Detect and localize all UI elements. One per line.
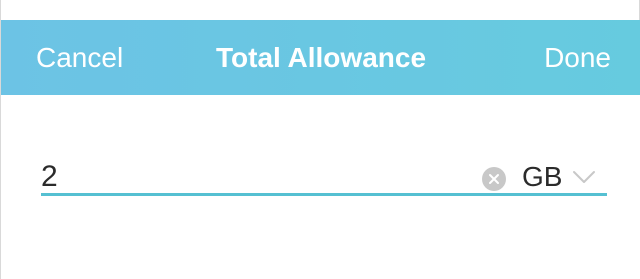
allowance-field-row: GB [41, 150, 607, 196]
done-button[interactable]: Done [544, 20, 611, 95]
cancel-button[interactable]: Cancel [36, 20, 123, 95]
chevron-down-icon [572, 170, 596, 184]
allowance-editor: GB [1, 95, 640, 279]
allowance-value-input[interactable] [41, 162, 461, 192]
unit-dropdown[interactable]: GB [522, 162, 596, 192]
total-allowance-screen: Cancel Total Allowance Done GB [0, 0, 640, 279]
unit-value: GB [522, 161, 563, 192]
navigation-bar: Cancel Total Allowance Done [1, 20, 640, 95]
clear-circle-icon[interactable] [482, 167, 506, 191]
